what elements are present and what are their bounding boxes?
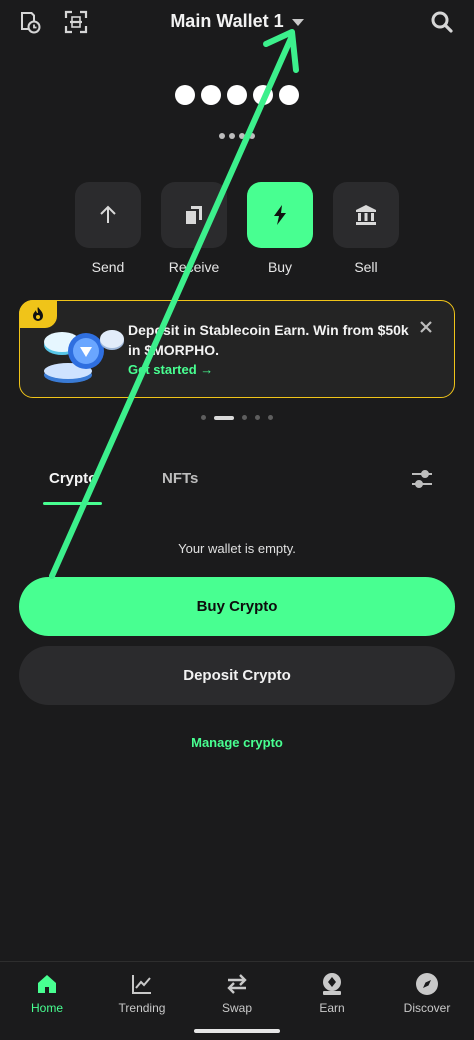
buy-label: Buy (267, 259, 293, 275)
wallet-selector[interactable]: Main Wallet 1 (0, 11, 474, 32)
pager-dot[interactable] (255, 415, 260, 420)
sub-dot (249, 133, 255, 139)
empty-wallet-message: Your wallet is empty. (178, 541, 296, 556)
lightning-icon (274, 205, 286, 225)
nav-trending-label: Trending (118, 1001, 166, 1015)
pager-dot-active[interactable] (214, 415, 234, 420)
receive-label: Receive (168, 259, 220, 275)
send-button-tile[interactable] (75, 182, 141, 248)
deposit-crypto-button[interactable]: Deposit Crypto (19, 646, 455, 705)
tab-nfts[interactable]: NFTs (162, 470, 198, 487)
active-tab-indicator (43, 502, 102, 505)
sell-label: Sell (354, 259, 378, 275)
chevron-down-icon (291, 18, 304, 26)
close-icon[interactable] (418, 319, 434, 335)
copy-icon (186, 206, 202, 224)
sell-button[interactable]: Sell (333, 182, 399, 275)
swap-icon (227, 974, 247, 994)
balance-dot (227, 85, 247, 105)
pager-dot[interactable] (268, 415, 273, 420)
tab-crypto[interactable]: Crypto (49, 470, 97, 487)
sell-button-tile[interactable] (333, 182, 399, 248)
sub-dot (229, 133, 235, 139)
buy-crypto-button[interactable]: Buy Crypto (19, 577, 455, 636)
buy-button[interactable]: Buy (247, 182, 313, 275)
bank-icon (356, 205, 376, 225)
nav-home[interactable]: Home (7, 972, 87, 1015)
nav-earn[interactable]: Earn (292, 972, 372, 1015)
earn-icon (323, 973, 341, 995)
compass-icon (416, 973, 438, 995)
home-icon (38, 975, 56, 993)
promo-text: Deposit in Stablecoin Earn. Win from $50… (128, 322, 409, 358)
nav-swap-label: Swap (221, 1001, 253, 1015)
quick-actions: Send Receive Buy Sell (75, 182, 399, 275)
hidden-balance[interactable] (0, 85, 474, 105)
balance-dot (253, 85, 273, 105)
asset-tabs: Crypto NFTs (0, 466, 474, 506)
chart-icon (132, 975, 151, 994)
sub-dot (239, 133, 245, 139)
nav-home-label: Home (30, 1001, 63, 1015)
nav-earn-label: Earn (319, 1001, 345, 1015)
carousel-pager (0, 415, 474, 420)
nav-swap[interactable]: Swap (197, 972, 277, 1015)
promo-get-started-link[interactable]: Get started → (128, 362, 213, 377)
nav-discover[interactable]: Discover (387, 972, 467, 1015)
annotation-arrow-overlay (49, 29, 299, 579)
balance-dot (201, 85, 221, 105)
flame-badge-icon (18, 299, 57, 328)
balance-dot (279, 85, 299, 105)
top-bar: Main Wallet 1 (0, 0, 474, 44)
promo-banner[interactable]: Deposit in Stablecoin Earn. Win from $50… (18, 299, 455, 398)
arrow-up-icon (100, 205, 116, 223)
search-icon[interactable] (430, 10, 454, 34)
send-button[interactable]: Send (75, 182, 141, 275)
pager-dot[interactable] (242, 415, 247, 420)
send-label: Send (91, 259, 125, 275)
sub-dot (219, 133, 225, 139)
buy-button-tile[interactable] (247, 182, 313, 248)
wallet-name: Main Wallet 1 (170, 11, 284, 31)
home-indicator (194, 1029, 280, 1033)
balance-dot (175, 85, 195, 105)
receive-button[interactable]: Receive (161, 182, 227, 275)
manage-crypto-link[interactable]: Manage crypto (0, 735, 474, 750)
pager-dot[interactable] (201, 415, 206, 420)
filter-sliders-icon[interactable] (410, 467, 434, 491)
nav-trending[interactable]: Trending (102, 972, 182, 1015)
stablecoin-coins-illustration (40, 325, 132, 387)
hidden-balance-sub (0, 133, 474, 139)
receive-button-tile[interactable] (161, 182, 227, 248)
nav-discover-label: Discover (403, 1001, 451, 1015)
